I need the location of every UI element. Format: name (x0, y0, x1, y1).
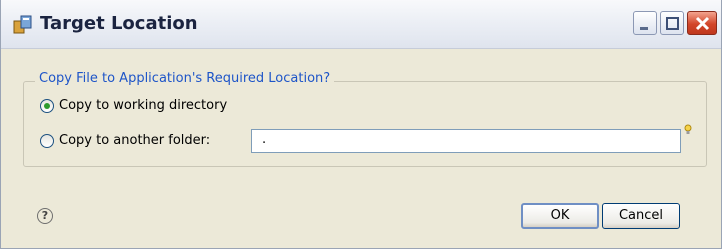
ok-button[interactable]: OK (521, 203, 599, 229)
radio-another-folder[interactable]: Copy to another folder: (40, 131, 210, 151)
lightbulb-icon (684, 124, 692, 134)
cancel-button[interactable]: Cancel (602, 203, 680, 229)
radio-label-working-directory: Copy to working directory (59, 98, 228, 113)
close-button[interactable] (687, 11, 717, 35)
radio-label-another-folder: Copy to another folder: (59, 133, 211, 148)
maximize-icon (666, 17, 679, 30)
app-icon (13, 15, 32, 34)
window-title: Target Location (40, 13, 198, 34)
radio-button-unselected[interactable] (40, 134, 54, 148)
radio-button-selected[interactable] (40, 99, 54, 113)
radio-working-directory[interactable]: Copy to working directory (40, 96, 227, 116)
title-bar[interactable]: Target Location (1, 0, 721, 49)
group-legend: Copy File to Application's Required Loca… (35, 70, 335, 88)
help-icon[interactable]: ? (37, 208, 53, 224)
close-icon (695, 16, 710, 31)
location-group (23, 81, 707, 167)
maximize-button[interactable] (660, 11, 684, 35)
minimize-icon (640, 27, 648, 30)
dialog-window: Target Location Copy File to Application… (0, 0, 722, 249)
minimize-button[interactable] (633, 11, 657, 35)
folder-input[interactable]: . (251, 129, 681, 153)
